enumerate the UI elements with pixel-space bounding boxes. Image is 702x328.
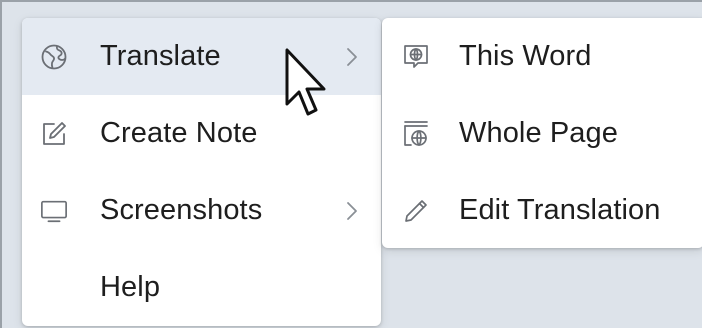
mouse-cursor-icon bbox=[285, 48, 326, 116]
monitor-icon bbox=[40, 197, 68, 225]
submenu-item-edit-translation[interactable]: Edit Translation bbox=[382, 172, 702, 249]
chevron-right-icon bbox=[345, 200, 359, 222]
translate-globe-icon bbox=[40, 43, 68, 71]
word-globe-icon bbox=[402, 43, 430, 71]
page-globe-icon bbox=[402, 120, 430, 148]
submenu-item-label: Edit Translation bbox=[459, 194, 661, 226]
note-pencil-icon bbox=[40, 120, 68, 148]
submenu-item-whole-page[interactable]: Whole Page bbox=[382, 95, 702, 172]
submenu-item-this-word[interactable]: This Word bbox=[382, 18, 702, 95]
menu-item-label: Create Note bbox=[100, 117, 258, 149]
pencil-icon bbox=[402, 197, 430, 225]
translate-submenu: This Word Whole Page Edit Translation bbox=[382, 18, 702, 248]
desktop-background: Translate Create Note Screenshots Help T… bbox=[0, 0, 702, 328]
menu-item-label: Translate bbox=[100, 40, 221, 72]
submenu-item-label: This Word bbox=[459, 40, 592, 72]
menu-item-screenshots[interactable]: Screenshots bbox=[22, 172, 381, 249]
menu-item-label: Help bbox=[100, 271, 161, 303]
submenu-item-label: Whole Page bbox=[459, 117, 618, 149]
chevron-right-icon bbox=[345, 46, 359, 68]
menu-item-help[interactable]: Help bbox=[22, 249, 381, 326]
menu-item-label: Screenshots bbox=[100, 194, 263, 226]
